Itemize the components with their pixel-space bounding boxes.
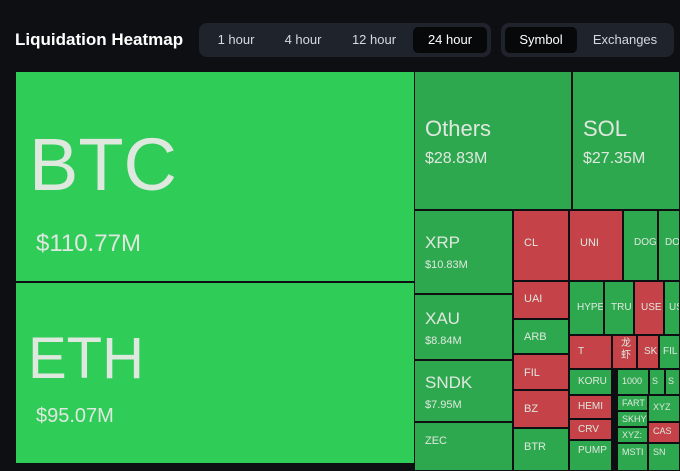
tile-symbol: USE [669, 302, 679, 313]
heatmap-tile-use[interactable]: USE [634, 281, 664, 335]
heatmap-tile-pump[interactable]: PUMP [569, 440, 612, 471]
time-range-selector: 1 hour 4 hour 12 hour 24 hour [199, 23, 491, 57]
tile-value: $95.07M [36, 405, 114, 427]
tile-symbol: XYZ: [622, 430, 643, 440]
tile-symbol: FIL [663, 346, 678, 357]
tile-symbol: BZ [524, 403, 539, 415]
tile-value: $110.77M [36, 230, 141, 257]
tile-symbol: SN [653, 447, 666, 457]
tile-symbol: S [668, 376, 675, 386]
time-option-1-hour[interactable]: 1 hour [205, 27, 267, 53]
heatmap-tile-msti[interactable]: MSTI [617, 443, 648, 471]
time-option-12-hour[interactable]: 12 hour [339, 27, 409, 53]
heatmap-tile-xrp[interactable]: XRP $10.83M [414, 210, 513, 294]
heatmap-tile-hype[interactable]: HYPE [569, 281, 604, 335]
heatmap-tile-uni[interactable]: UNI [569, 210, 623, 281]
heatmap-tile-xyz[interactable]: XYZ [648, 395, 680, 422]
tile-symbol: T [578, 346, 585, 357]
tile-symbol: PUMP [578, 445, 607, 456]
tile-symbol: ETH [28, 326, 144, 391]
heatmap-tile-btc[interactable]: BTC $110.77M [15, 71, 415, 282]
heatmap-tile-s[interactable]: S [665, 369, 680, 395]
heatmap-tile-xyz[interactable]: XYZ: [617, 427, 648, 443]
tile-symbol: CL [524, 237, 539, 249]
heatmap-tile-use[interactable]: USE [664, 281, 680, 335]
tile-symbol: CRV [578, 424, 599, 435]
view-option-exchanges[interactable]: Exchanges [581, 27, 669, 53]
heatmap-tile-btr[interactable]: BTR [513, 428, 569, 471]
heatmap-tile-koru[interactable]: KORU [569, 369, 612, 395]
tile-symbol: ZEC [425, 435, 447, 447]
heatmap-tile-sndk[interactable]: SNDK $7.95M [414, 360, 513, 422]
heatmap-tile-crv[interactable]: CRV [569, 419, 612, 440]
tile-value: $8.84M [425, 335, 462, 347]
view-option-symbol[interactable]: Symbol [505, 27, 577, 53]
heatmap-tile-xau[interactable]: XAU $8.84M [414, 294, 513, 360]
heatmap-tile-doge[interactable]: DOGE [658, 210, 680, 281]
liquidation-heatmap: BTC $110.77M ETH $95.07M Others $28.83M SOL $27… [0, 0, 680, 471]
tile-symbol: 龙虾 [621, 338, 631, 361]
heatmap-tile-zec[interactable]: ZEC [414, 422, 513, 471]
tile-symbol: XYZ [653, 402, 671, 412]
tile-symbol: DOGE [634, 237, 657, 248]
tile-symbol: BTR [524, 441, 546, 453]
tile-symbol: S [652, 376, 659, 386]
tile-symbol: HEMI [578, 401, 603, 412]
tile-symbol: FIL [524, 367, 540, 379]
heatmap-tile-sn[interactable]: SN [648, 443, 680, 471]
heatmap-tile-fart[interactable]: FART [617, 395, 648, 411]
tile-symbol: FART [622, 398, 645, 408]
heatmap-tile-eth[interactable]: ETH $95.07M [15, 282, 415, 464]
tile-symbol: XRP [425, 233, 460, 252]
heatmap-tile-t[interactable]: T [569, 335, 612, 369]
heatmap-tile-bz[interactable]: BZ [513, 390, 569, 428]
heatmap-tile-others[interactable]: Others $28.83M [414, 71, 572, 210]
tile-symbol: SOL [583, 116, 628, 141]
tile-value: $28.83M [425, 150, 488, 167]
tile-symbol: DOGE [665, 237, 680, 248]
heatmap-tile-skhy[interactable]: SKHY [617, 411, 648, 427]
heatmap-tile-fil[interactable]: FIL [513, 354, 569, 390]
tile-value: $7.95M [425, 399, 462, 411]
tile-symbol: CAS [653, 426, 672, 436]
tile-symbol: 1000 [622, 376, 643, 386]
tile-symbol: UAI [524, 293, 543, 305]
tile-symbol: SKHY [622, 414, 647, 424]
heatmap-tile-cas[interactable]: CAS [648, 422, 680, 443]
tile-value: $27.35M [583, 150, 646, 167]
tile-symbol: HYPE [577, 302, 604, 313]
tile-symbol: UNI [580, 237, 599, 249]
tile-symbol: XAU [425, 309, 460, 328]
heatmap-tile-1000[interactable]: 1000 [617, 369, 649, 395]
heatmap-tile-sk[interactable]: SK [637, 335, 659, 369]
heatmap-tile-sol[interactable]: SOL $27.35M [572, 71, 680, 210]
heatmap-tile-arb[interactable]: ARB [513, 319, 569, 354]
tile-symbol: TRU [611, 302, 632, 313]
tile-symbol: USE [641, 302, 662, 313]
tile-symbol: BTC [29, 123, 177, 206]
tile-symbol: Others [425, 116, 492, 141]
tile-symbol: SK [644, 346, 658, 357]
heatmap-tile-uai[interactable]: UAI [513, 281, 569, 319]
heatmap-tile-hemi[interactable]: HEMI [569, 395, 612, 419]
heatmap-tile-fil[interactable]: FIL [659, 335, 680, 369]
heatmap-tile-tru[interactable]: TRU [604, 281, 634, 335]
tile-value: $10.83M [425, 259, 468, 271]
time-option-24-hour[interactable]: 24 hour [413, 27, 487, 53]
tile-symbol: MSTI [622, 447, 644, 457]
tile-symbol: KORU [578, 376, 607, 387]
tile-symbol: ARB [524, 331, 547, 343]
heatmap-tile-cl[interactable]: CL [513, 210, 569, 281]
heatmap-tile-[interactable]: 龙虾 [612, 335, 637, 369]
view-mode-selector: Symbol Exchanges [501, 23, 674, 57]
page-title: Liquidation Heatmap [15, 30, 184, 49]
tile-symbol: SNDK [425, 373, 473, 392]
time-option-4-hour[interactable]: 4 hour [271, 27, 335, 53]
heatmap-tile-s[interactable]: S [649, 369, 665, 395]
heatmap-tile-doge[interactable]: DOGE [623, 210, 658, 281]
